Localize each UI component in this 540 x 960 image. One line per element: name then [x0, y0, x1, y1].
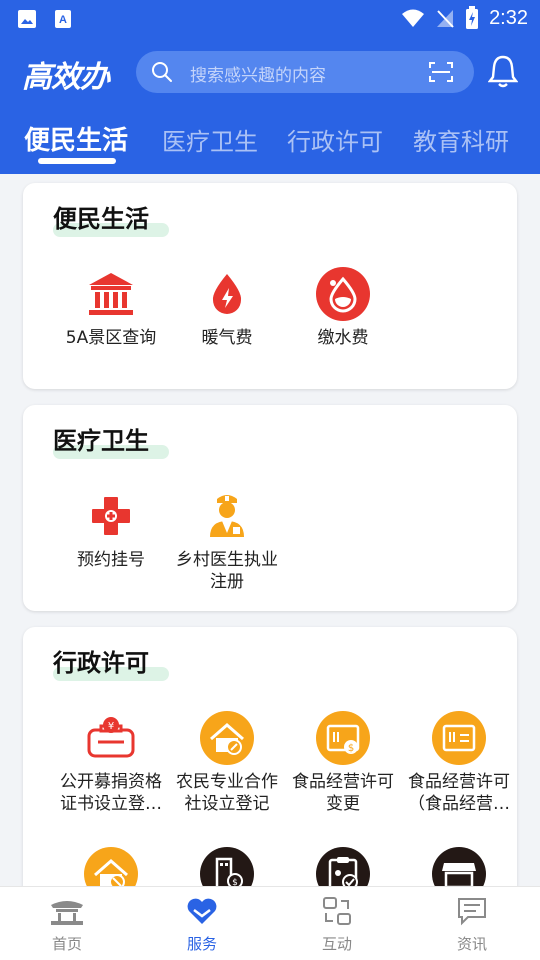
bank-building-icon	[89, 273, 133, 315]
nav-interaction[interactable]: 互动	[297, 895, 377, 954]
pavilion-icon	[51, 901, 83, 925]
svg-text:A: A	[59, 14, 67, 26]
tab-medical[interactable]: 医疗卫生	[162, 122, 258, 157]
section-title: 行政许可	[53, 649, 149, 677]
service-item[interactable]	[285, 847, 401, 886]
service-label: 公开募捐资格证书设立登…	[60, 772, 162, 814]
nav-label: 互动	[321, 935, 352, 953]
section-title: 便民生活	[53, 205, 149, 233]
nav-label: 服务	[186, 935, 217, 953]
service-item[interactable]: $ 食品经营许可变更	[285, 711, 401, 815]
tab-convenience[interactable]: 便民生活	[24, 120, 128, 157]
svg-text:$: $	[232, 878, 238, 886]
flame-drop-icon	[212, 274, 242, 314]
service-item[interactable]: 农民专业合作社设立登记	[169, 711, 285, 815]
service-label: 乡村医生执业注册	[176, 550, 278, 592]
service-label: 食品经营许可（食品经营…	[408, 772, 510, 814]
service-item[interactable]: ¥ 公开募捐资格证书设立登…	[53, 711, 169, 815]
doctor-icon	[210, 495, 244, 537]
exchange-icon	[323, 897, 351, 925]
house-cancel-icon	[84, 847, 138, 886]
nav-news[interactable]: 资讯	[432, 895, 512, 954]
svg-text:¥: ¥	[108, 721, 114, 732]
tab-administrative[interactable]: 行政许可	[287, 122, 383, 157]
service-label: 农民专业合作社设立登记	[176, 772, 278, 814]
nav-label: 首页	[51, 935, 82, 953]
active-tab-indicator	[38, 158, 116, 164]
shop-icon	[432, 847, 486, 886]
tab-education[interactable]: 教育科研	[413, 122, 509, 157]
app-logo: 高效办	[22, 60, 110, 95]
news-chat-icon	[458, 898, 486, 926]
wifi-icon	[402, 9, 425, 27]
building-money-icon: $	[200, 847, 254, 886]
bottom-navigation: 首页 服务 互动 资讯	[0, 886, 540, 960]
service-item[interactable]: 5A景区查询	[53, 267, 169, 349]
donation-box-icon: ¥	[87, 717, 135, 758]
service-item[interactable]: $	[169, 847, 285, 886]
service-item[interactable]: 预约挂号	[53, 489, 169, 571]
service-item[interactable]: 缴水费	[285, 267, 401, 349]
service-item[interactable]: 暖气费	[169, 267, 285, 349]
section-card-administrative: 行政许可 ¥ 公开募捐资格证书设立登… 农民专业合作社设立登记 $ 食品经营许可…	[23, 627, 517, 886]
svg-text:$: $	[348, 743, 354, 754]
scan-icon[interactable]	[428, 60, 454, 84]
medical-cross-icon	[92, 497, 130, 535]
service-label: 暖气费	[201, 328, 253, 348]
service-label: 缴水费	[317, 328, 369, 348]
service-item[interactable]: 乡村医生执业注册	[169, 489, 285, 593]
nav-home[interactable]: 首页	[27, 895, 107, 954]
clipboard-check-icon	[316, 847, 370, 886]
service-item[interactable]: 食品经营许可（食品经营…	[401, 711, 517, 815]
battery-charging-icon	[466, 6, 479, 29]
service-label: 预约挂号	[77, 550, 145, 570]
service-content[interactable]: 便民生活 5A景区查询 暖气费 缴水费 医疗卫生 预约挂号 乡村医生执业注册 行…	[0, 174, 540, 886]
nav-service[interactable]: 服务	[162, 895, 242, 954]
license-doc-icon	[432, 711, 486, 765]
search-icon	[152, 62, 172, 82]
heart-icon	[187, 898, 217, 924]
nav-label: 资讯	[456, 935, 487, 953]
house-edit-icon	[200, 711, 254, 765]
service-label: 5A景区查询	[65, 328, 157, 348]
status-bar: A 2:32	[0, 0, 540, 38]
search-placeholder: 搜索感兴趣的内容	[190, 66, 326, 86]
section-card-medical: 医疗卫生 预约挂号 乡村医生执业注册	[23, 405, 517, 611]
service-label: 食品经营许可变更	[292, 772, 394, 814]
image-icon	[18, 10, 36, 28]
app-bar: 高效办 搜索感兴趣的内容	[0, 38, 540, 106]
water-drop-icon	[316, 267, 370, 321]
service-item[interactable]	[53, 847, 169, 886]
clock-time: 2:32	[489, 6, 528, 29]
category-tabs: 便民生活 医疗卫生 行政许可 教育科研	[0, 106, 540, 174]
section-card-convenience: 便民生活 5A景区查询 暖气费 缴水费	[23, 183, 517, 389]
no-signal-icon	[437, 10, 454, 28]
app-a-icon: A	[55, 10, 71, 28]
service-item[interactable]	[401, 847, 517, 886]
search-bar[interactable]: 搜索感兴趣的内容	[136, 51, 474, 93]
section-title: 医疗卫生	[53, 427, 149, 455]
license-card-icon: $	[316, 711, 370, 765]
bell-icon[interactable]	[488, 54, 518, 88]
